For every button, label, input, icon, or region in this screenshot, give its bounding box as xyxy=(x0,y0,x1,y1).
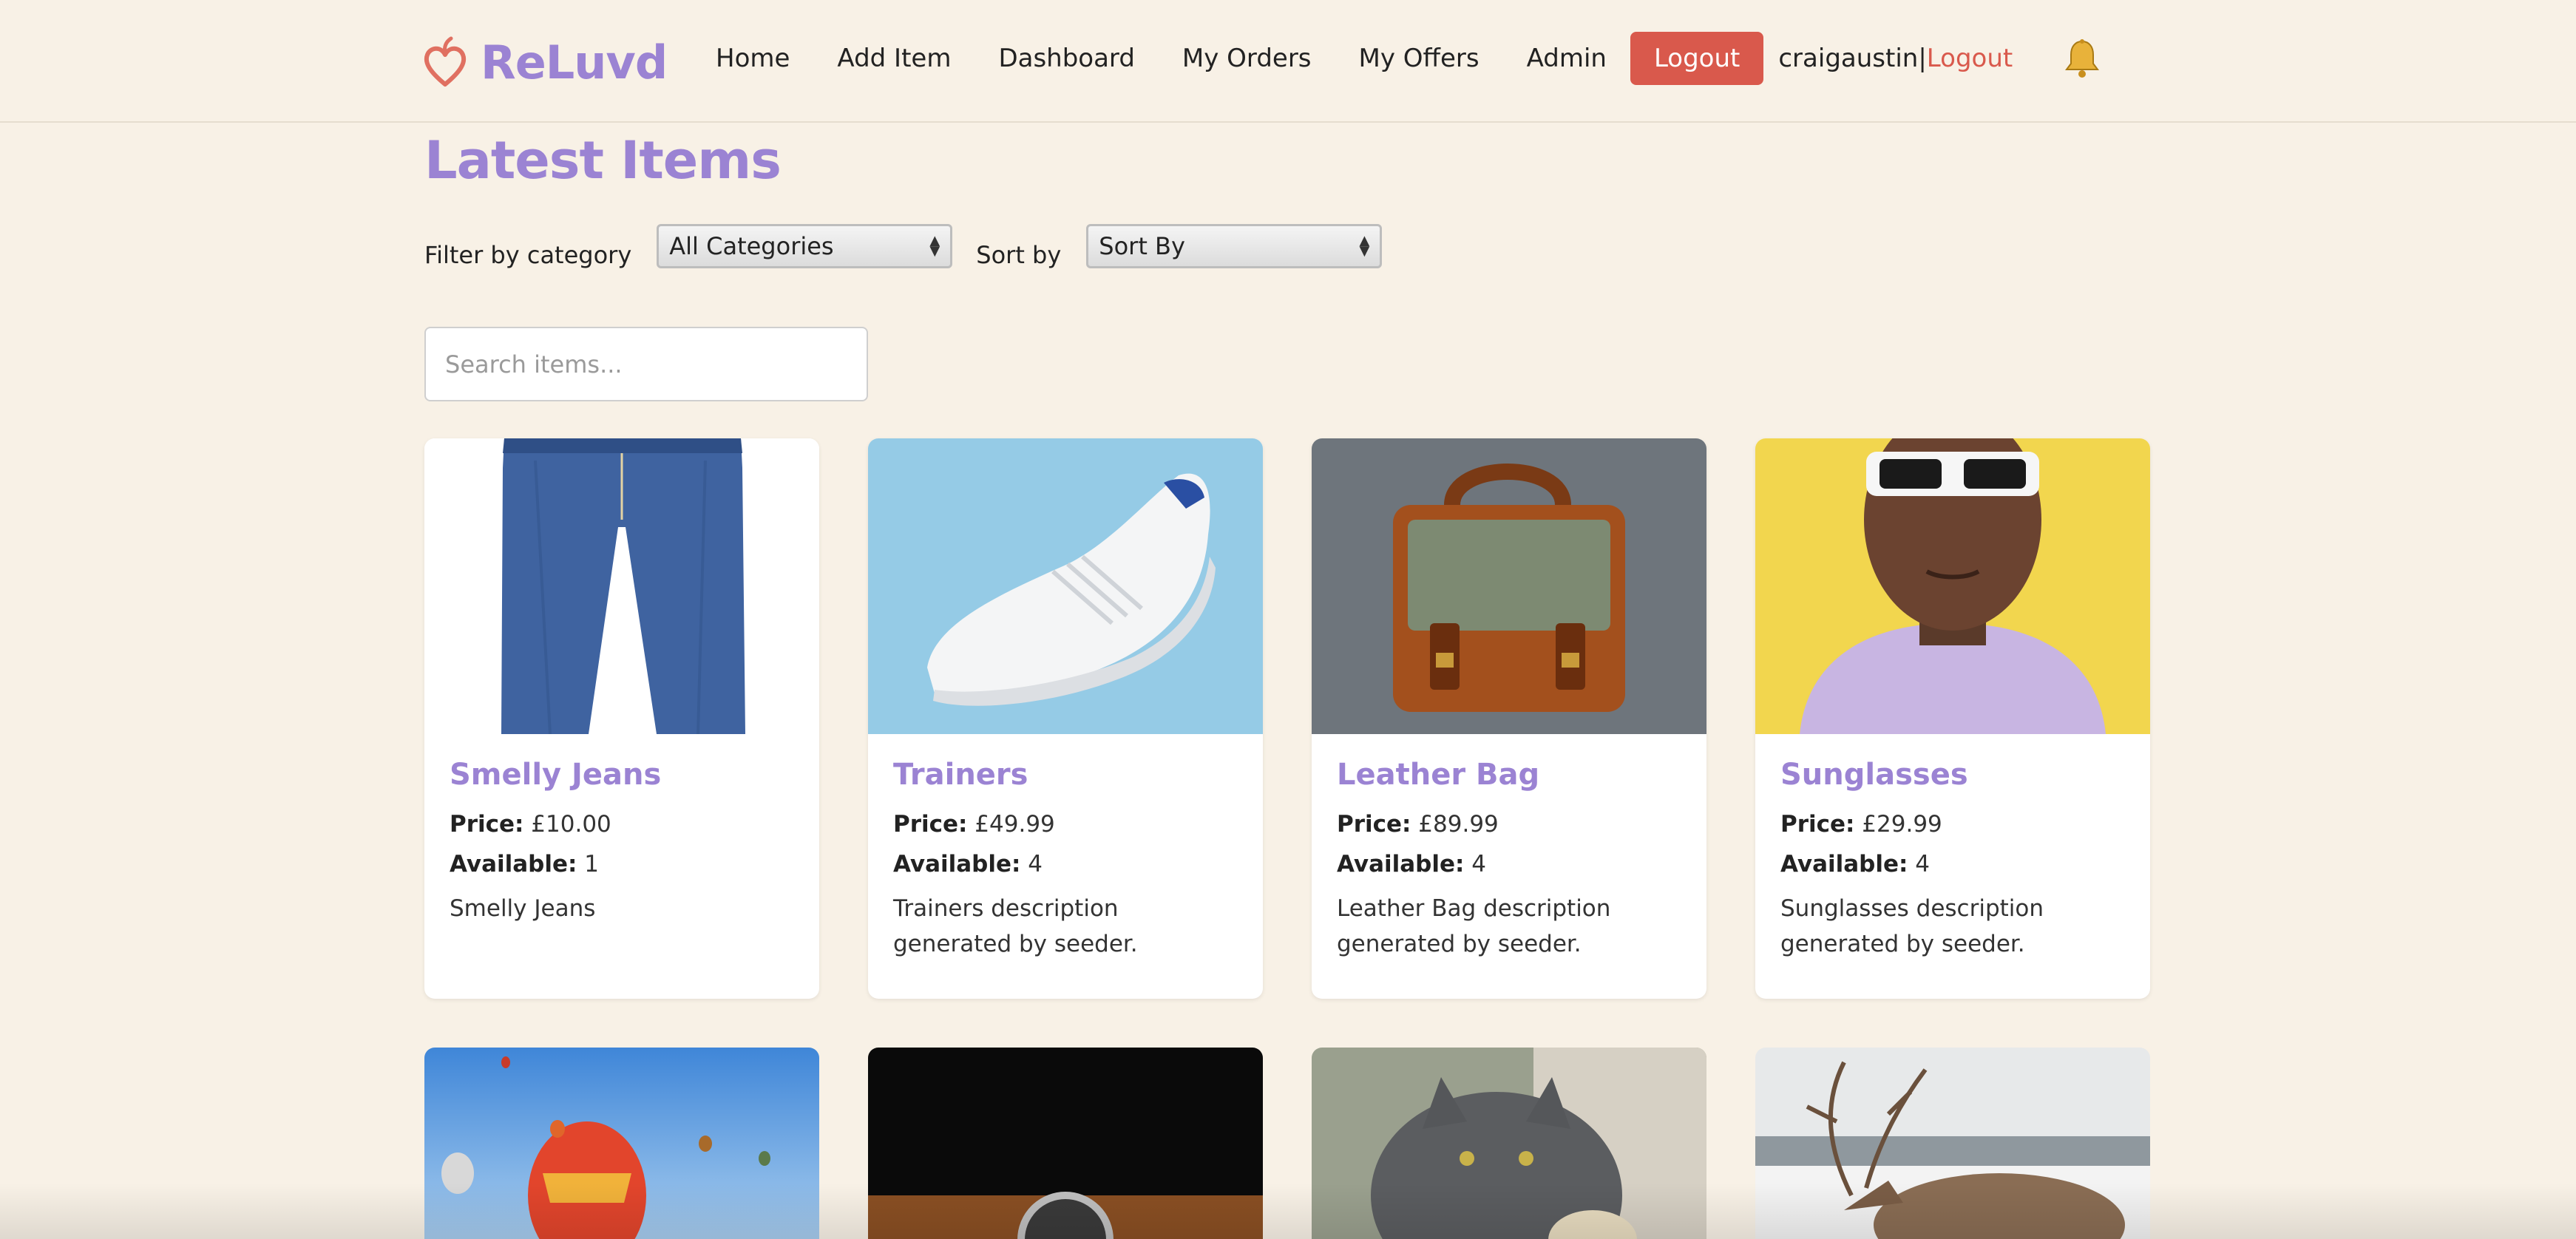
item-available: Available: 4 xyxy=(1780,851,2125,878)
item-title[interactable]: Sunglasses xyxy=(1780,758,2125,792)
page-title: Latest Items xyxy=(424,130,782,191)
item-description: Leather Bag description generated by see… xyxy=(1337,895,1611,957)
nav-add-item[interactable]: Add Item xyxy=(837,44,951,73)
nav-admin[interactable]: Admin xyxy=(1527,44,1607,73)
item-price: Price: £89.99 xyxy=(1337,811,1681,838)
username: craigaustin xyxy=(1778,44,1919,73)
item-price: Price: £10.00 xyxy=(450,811,794,838)
category-filter-label: Filter by category xyxy=(424,241,632,269)
price-label: Price: xyxy=(1337,811,1411,838)
search-input[interactable] xyxy=(424,327,868,401)
sunglasses-model-image xyxy=(1755,438,2150,734)
card-body: Smelly Jeans Price: £10.00 Available: 1 … xyxy=(424,734,819,950)
page-fade xyxy=(0,1183,2576,1239)
item-card[interactable]: Trainers Price: £49.99 Available: 4 Trai… xyxy=(868,438,1263,999)
item-price: Price: £29.99 xyxy=(1780,811,2125,838)
item-card[interactable]: Smelly Jeans Price: £10.00 Available: 1 … xyxy=(424,438,819,999)
select-arrows-icon: ▲ ▼ xyxy=(1359,233,1370,259)
hot-air-balloon-image[interactable] xyxy=(424,1048,819,1239)
item-available: Available: 4 xyxy=(1337,851,1681,878)
username-separator: | xyxy=(1918,44,1927,73)
item-card[interactable]: Sunglasses Price: £29.99 Available: 4 Su… xyxy=(1755,438,2150,999)
jeans-image xyxy=(424,438,819,734)
item-description: Sunglasses description generated by seed… xyxy=(1780,895,2044,957)
category-select-value: All Categories xyxy=(669,232,834,260)
available-value: 4 xyxy=(1915,851,1931,878)
available-label: Available: xyxy=(893,851,1021,878)
price-value: £10.00 xyxy=(531,811,611,838)
card-body: Trainers Price: £49.99 Available: 4 Trai… xyxy=(868,734,1263,985)
available-value: 4 xyxy=(1471,851,1487,878)
bell-icon[interactable] xyxy=(2063,38,2101,80)
select-arrows-icon: ▲ ▼ xyxy=(929,233,940,259)
item-description: Trainers description generated by seeder… xyxy=(893,895,1138,957)
price-label: Price: xyxy=(893,811,968,838)
available-label: Available: xyxy=(450,851,577,878)
reindeer-image[interactable] xyxy=(1755,1048,2150,1239)
user-logout-link[interactable]: Logout xyxy=(1927,44,2013,73)
logout-button[interactable]: Logout xyxy=(1630,32,1764,85)
item-title[interactable]: Trainers xyxy=(893,758,1238,792)
price-value: £89.99 xyxy=(1418,811,1499,838)
item-available: Available: 1 xyxy=(450,851,794,878)
card-body: Leather Bag Price: £89.99 Available: 4 L… xyxy=(1312,734,1706,985)
navbar: ReLuvd Home Add Item Dashboard My Orders… xyxy=(0,0,2576,123)
nav-my-orders[interactable]: My Orders xyxy=(1182,44,1312,73)
nav-home[interactable]: Home xyxy=(716,44,790,73)
item-available: Available: 4 xyxy=(893,851,1238,878)
sort-select[interactable]: Sort By ▲ ▼ xyxy=(1086,224,1383,268)
leather-bag-image xyxy=(1312,438,1706,734)
item-title[interactable]: Leather Bag xyxy=(1337,758,1681,792)
heart-icon xyxy=(424,36,467,86)
price-value: £29.99 xyxy=(1862,811,1942,838)
watch-image[interactable] xyxy=(868,1048,1263,1239)
item-title[interactable]: Smelly Jeans xyxy=(450,758,794,792)
sort-select-value: Sort By xyxy=(1099,232,1185,260)
item-description: Smelly Jeans xyxy=(450,895,596,922)
available-value: 1 xyxy=(584,851,600,878)
nav-links: Home Add Item Dashboard My Orders My Off… xyxy=(716,31,2013,86)
sort-label: Sort by xyxy=(976,241,1062,269)
available-label: Available: xyxy=(1337,851,1465,878)
available-value: 4 xyxy=(1028,851,1043,878)
trainer-shoe-image xyxy=(868,438,1263,734)
nav-dashboard[interactable]: Dashboard xyxy=(998,44,1134,73)
item-card[interactable]: Leather Bag Price: £89.99 Available: 4 L… xyxy=(1312,438,1706,999)
cat-image[interactable] xyxy=(1312,1048,1706,1239)
card-body: Sunglasses Price: £29.99 Available: 4 Su… xyxy=(1755,734,2150,985)
nav-my-offers[interactable]: My Offers xyxy=(1359,44,1479,73)
brand-logo[interactable]: ReLuvd xyxy=(423,33,668,92)
price-label: Price: xyxy=(450,811,524,838)
filter-row: Filter by category All Categories ▲ ▼ Sor… xyxy=(424,222,1406,271)
item-price: Price: £49.99 xyxy=(893,811,1238,838)
category-select[interactable]: All Categories ▲ ▼ xyxy=(657,224,953,268)
brand-name: ReLuvd xyxy=(481,35,668,89)
available-label: Available: xyxy=(1780,851,1908,878)
price-value: £49.99 xyxy=(975,811,1055,838)
price-label: Price: xyxy=(1780,811,1855,838)
